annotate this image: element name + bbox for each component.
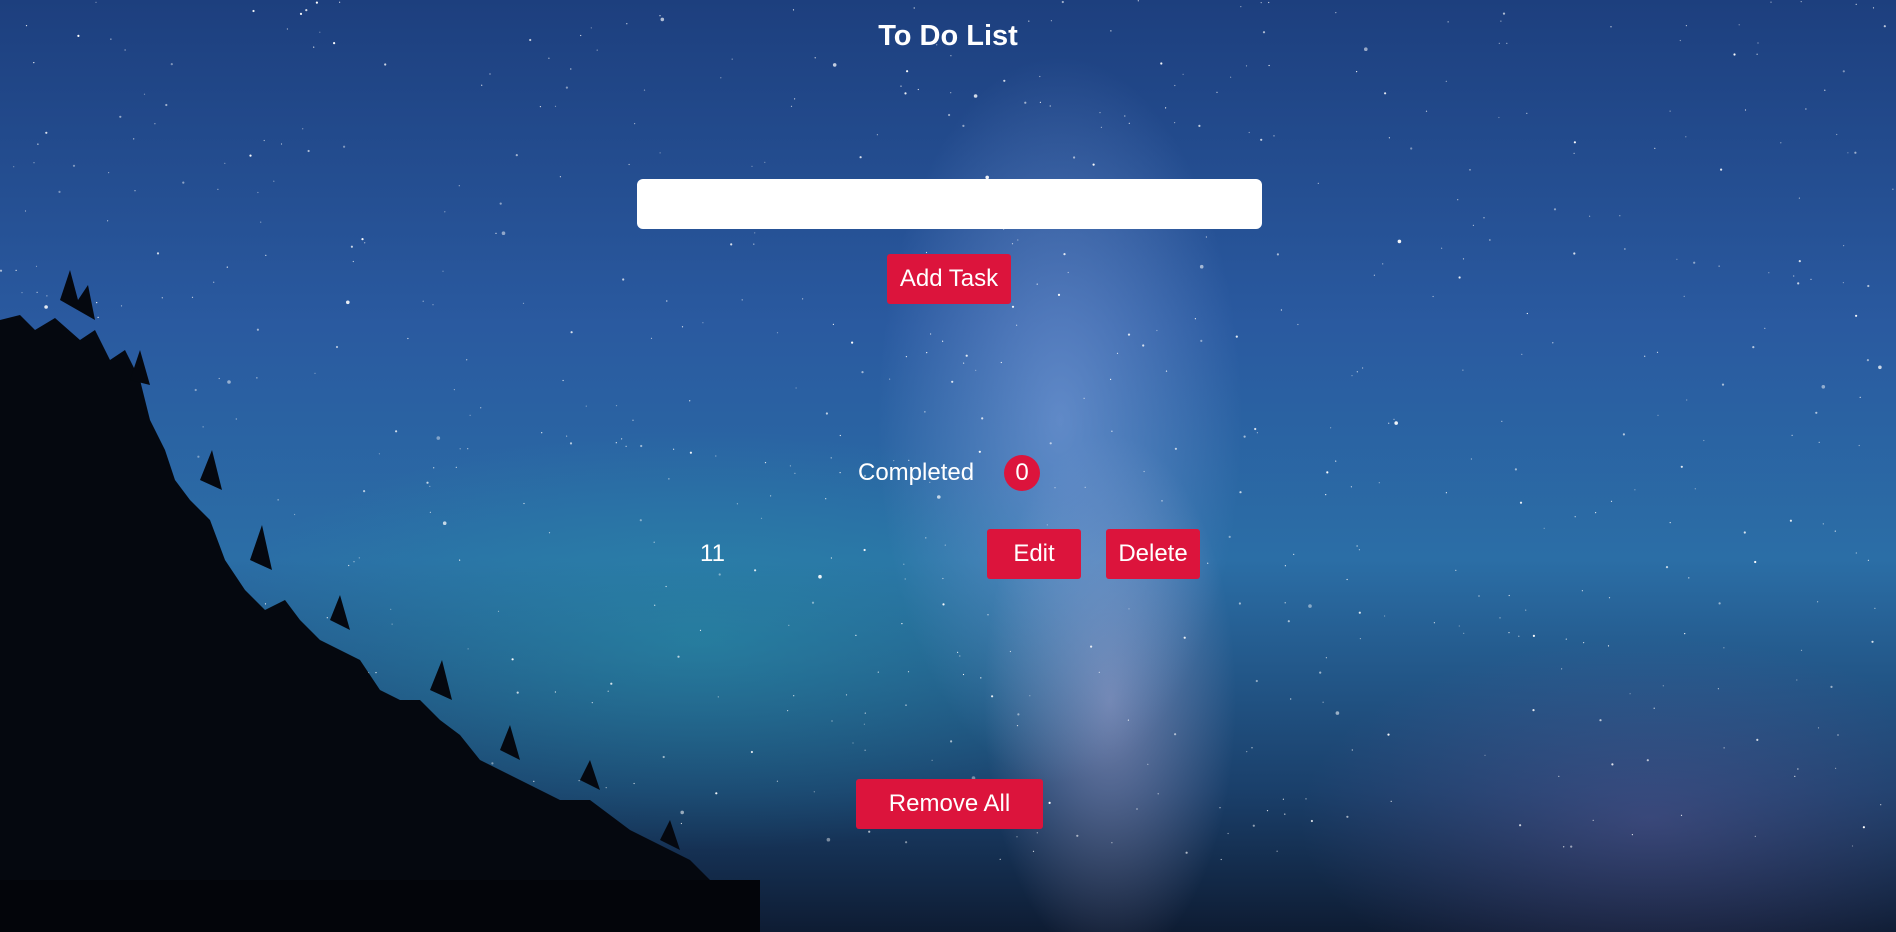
page-title: To Do List xyxy=(878,20,1018,52)
edit-task-button[interactable]: Edit xyxy=(987,529,1081,579)
task-text[interactable]: 11 xyxy=(700,539,725,569)
add-task-button[interactable]: Add Task xyxy=(887,254,1011,304)
completed-label: Completed xyxy=(858,459,975,486)
remove-all-button[interactable]: Remove All xyxy=(856,779,1043,829)
task-input[interactable] xyxy=(637,179,1262,229)
completed-count-badge: 0 xyxy=(1004,455,1040,491)
delete-task-button[interactable]: Delete xyxy=(1106,529,1200,579)
todo-app: To Do List Add Task Completed 0 11 Edit … xyxy=(0,0,1896,932)
